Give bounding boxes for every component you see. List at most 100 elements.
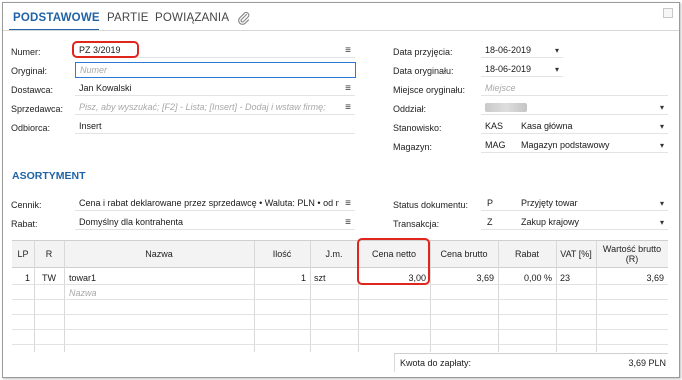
- cell-cena-brutto[interactable]: 3,69: [430, 273, 494, 283]
- data-przyjecia-field[interactable]: 18-06-2019 ▾: [481, 43, 563, 58]
- rabat-label: Rabat:: [11, 219, 38, 229]
- oryginal-label: Oryginał:: [11, 66, 48, 76]
- col-header-r[interactable]: R: [34, 241, 64, 268]
- document-window: PODSTAWOWE PARTIE POWIĄZANIA Numer: PZ 3…: [2, 2, 680, 378]
- numer-highlight: [72, 41, 139, 58]
- magazyn-name: Magazyn podstawowy: [521, 140, 610, 150]
- data-przyjecia-value: 18-06-2019: [485, 45, 532, 55]
- column-divider: [596, 241, 597, 352]
- data-oryginalu-label: Data oryginału:: [393, 66, 454, 76]
- magazyn-select[interactable]: MAG Magazyn podstawowy ▾: [481, 138, 668, 153]
- menu-icon[interactable]: ≡: [345, 215, 351, 229]
- tab-powiazania[interactable]: POWIĄZANIA: [155, 12, 229, 24]
- dostawca-field[interactable]: Jan Kowalski ≡: [75, 81, 355, 96]
- total-bar: Kwota do zapłaty: 3,69 PLN: [394, 353, 668, 372]
- chevron-down-icon[interactable]: ▾: [660, 196, 664, 210]
- numer-label: Numer:: [11, 47, 41, 57]
- data-oryginalu-field[interactable]: 18-06-2019 ▾: [481, 62, 563, 77]
- stanowisko-label: Stanowisko:: [393, 123, 442, 133]
- row-divider: [12, 299, 668, 300]
- miejsce-oryginalu-input[interactable]: Miejsce: [481, 81, 668, 96]
- menu-icon[interactable]: ≡: [345, 43, 351, 57]
- miejsce-oryginalu-label: Miejsce oryginału:: [393, 85, 466, 95]
- cena-netto-highlight: [357, 238, 430, 285]
- transakcja-select[interactable]: Z Zakup krajowy ▾: [481, 215, 668, 230]
- column-divider: [34, 241, 35, 352]
- odbiorca-value: Insert: [79, 121, 102, 131]
- oddzial-label: Oddział:: [393, 104, 427, 114]
- menu-icon[interactable]: ≡: [343, 196, 351, 210]
- status-name: Przyjęty towar: [521, 198, 578, 208]
- row-divider: [12, 329, 668, 330]
- col-header-cena-brutto[interactable]: Cena brutto: [430, 241, 498, 268]
- stanowisko-name: Kasa główna: [521, 121, 573, 131]
- cennik-value: Cena i rabat deklarowane przez sprzedawc…: [79, 198, 339, 208]
- column-divider: [254, 241, 255, 352]
- cell-nazwa[interactable]: towar1: [69, 273, 96, 283]
- col-header-nazwa[interactable]: Nazwa: [64, 241, 254, 268]
- col-header-vat[interactable]: VAT [%]: [556, 241, 596, 268]
- magazyn-label: Magazyn:: [393, 142, 433, 152]
- chevron-down-icon[interactable]: ▾: [555, 62, 559, 76]
- total-label: Kwota do zapłaty:: [400, 358, 472, 368]
- tab-bar-divider: [3, 30, 679, 31]
- stanowisko-select[interactable]: KAS Kasa główna ▾: [481, 119, 668, 134]
- col-header-ilosc[interactable]: Ilość: [254, 241, 310, 268]
- window-corner-button[interactable]: [663, 8, 673, 18]
- status-label: Status dokumentu:: [393, 200, 469, 210]
- attachment-icon[interactable]: [237, 11, 251, 25]
- sprzedawca-label: Sprzedawca:: [11, 104, 64, 114]
- odbiorca-field[interactable]: Insert: [75, 119, 355, 134]
- cell-wartosc-brutto: 3,69: [646, 273, 664, 283]
- oryginal-input[interactable]: Numer: [75, 62, 356, 78]
- column-divider: [430, 241, 431, 352]
- col-header-rabat[interactable]: Rabat: [498, 241, 556, 268]
- chevron-down-icon[interactable]: ▾: [660, 119, 664, 133]
- cennik-label: Cennik:: [11, 200, 42, 210]
- data-przyjecia-label: Data przyjęcia:: [393, 47, 453, 57]
- col-header-jm[interactable]: J.m.: [310, 241, 358, 268]
- sprzedawca-field[interactable]: Pisz, aby wyszukać; [F2] - Lista; [Inser…: [75, 100, 355, 115]
- cell-vat[interactable]: 23: [560, 273, 570, 283]
- col-header-wartosc-brutto[interactable]: Wartość brutto (R): [596, 241, 668, 268]
- items-table: LP R Nazwa Ilość J.m. Cena netto Cena br…: [12, 240, 668, 352]
- new-row-nazwa-placeholder[interactable]: Nazwa: [69, 288, 97, 298]
- cell-ilosc[interactable]: 1: [254, 273, 306, 283]
- tab-partie[interactable]: PARTIE: [107, 12, 149, 24]
- row-divider: [12, 344, 668, 345]
- oddzial-select[interactable]: ▾: [481, 100, 668, 115]
- chevron-down-icon[interactable]: ▾: [660, 138, 664, 152]
- cell-r: TW: [42, 273, 56, 283]
- rabat-field[interactable]: Domyślny dla kontrahenta ≡: [75, 215, 355, 230]
- data-oryginalu-value: 18-06-2019: [485, 64, 532, 74]
- cennik-field[interactable]: Cena i rabat deklarowane przez sprzedawc…: [75, 196, 355, 211]
- menu-icon[interactable]: ≡: [345, 81, 351, 95]
- chevron-down-icon[interactable]: ▾: [660, 215, 664, 229]
- transakcja-label: Transakcja:: [393, 219, 440, 229]
- col-header-lp[interactable]: LP: [12, 241, 34, 268]
- transakcja-name: Zakup krajowy: [521, 217, 580, 227]
- status-code: P: [487, 198, 494, 208]
- cell-rabat[interactable]: 0,00 %: [498, 273, 552, 283]
- chevron-down-icon[interactable]: ▾: [660, 100, 664, 114]
- status-select[interactable]: P Przyjęty towar ▾: [481, 196, 668, 211]
- cell-jm[interactable]: szt: [314, 273, 326, 283]
- cell-lp: 1: [24, 273, 30, 283]
- chevron-down-icon[interactable]: ▾: [555, 43, 559, 57]
- column-divider: [310, 241, 311, 352]
- magazyn-code: MAG: [485, 140, 506, 150]
- column-divider: [498, 241, 499, 352]
- column-divider: [556, 241, 557, 352]
- footer-divider: [394, 354, 395, 372]
- section-title-asortyment: ASORTYMENT: [12, 170, 86, 182]
- miejsce-placeholder: Miejsce: [485, 83, 516, 93]
- dostawca-label: Dostawca:: [11, 85, 54, 95]
- rabat-value: Domyślny dla kontrahenta: [79, 217, 184, 227]
- row-divider: [12, 284, 668, 285]
- menu-icon[interactable]: ≡: [343, 100, 351, 114]
- stanowisko-code: KAS: [485, 121, 504, 131]
- total-value: 3,69 PLN: [628, 358, 666, 368]
- tab-podstawowe[interactable]: PODSTAWOWE: [13, 12, 100, 24]
- row-divider: [12, 314, 668, 315]
- column-divider: [64, 241, 65, 352]
